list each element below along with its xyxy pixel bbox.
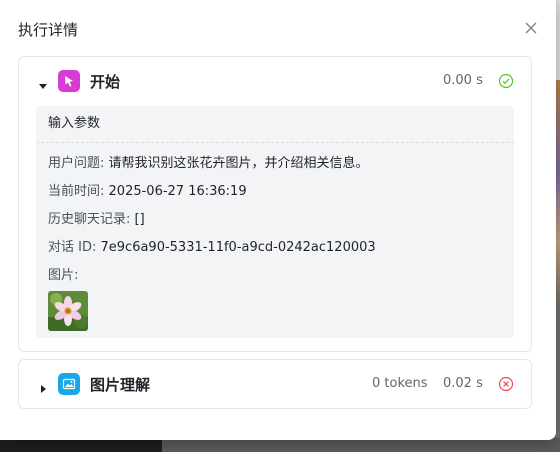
input-params-panel: 输入参数 用户问题: 请帮我识别这张花卉图片，并介绍相关信息。 当前时间: 20… [36,106,514,338]
param-row-chat-id: 对话 ID: 7e9c6a90-5331-11f0-a9cd-0242ac120… [48,236,376,255]
error-x-icon [498,376,514,392]
node-duration-start: 0.00 s [443,73,483,88]
param-row-time: 当前时间: 2025-06-27 16:36:19 [48,180,247,199]
pointer-icon [58,70,80,92]
param-value: 7e9c6a90-5331-11f0-a9cd-0242ac120003 [100,240,376,255]
node-card-image-understanding: 图片理解 0 tokens 0.02 s [18,359,532,409]
background-bottom-left [0,438,162,452]
param-value: 请帮我识别这张花卉图片，并介绍相关信息。 [108,156,369,171]
node-tokens: 0 tokens [372,376,428,391]
node-title-image-understanding: 图片理解 [90,376,151,394]
node-header-start[interactable]: 开始 0.00 s [19,57,531,105]
node-title-start: 开始 [90,73,121,91]
success-check-icon [498,73,514,89]
param-key: 用户问题: [48,156,105,171]
image-icon [58,373,80,395]
node-card-start: 开始 0.00 s 输入参数 用户问题: 请帮我识别这张花卉图片，并介绍相关信息… [18,56,532,352]
dialog-title: 执行详情 [18,21,79,39]
execution-details-dialog: 执行详情 开始 0.00 s 输入参数 用户问题: 请帮我识别这张花卉图片，并介… [0,0,556,440]
param-key: 对话 ID: [48,240,97,255]
input-params-header: 输入参数 [36,106,514,143]
param-value: [] [134,212,145,227]
param-value: 2025-06-27 16:36:19 [108,184,247,199]
param-key: 历史聊天记录: [48,212,131,227]
node-header-image-understanding[interactable]: 图片理解 0 tokens 0.02 s [19,360,531,408]
param-key: 图片: [48,268,79,283]
node-duration-image-understanding: 0.02 s [443,376,483,391]
param-key: 当前时间: [48,184,105,199]
caret-down-icon[interactable] [38,76,48,89]
param-row-history: 历史聊天记录: [] [48,208,145,227]
param-row-image: 图片: [48,264,78,283]
caret-right-icon[interactable] [38,379,48,393]
flower-image-thumbnail[interactable] [48,291,88,331]
close-icon[interactable] [522,19,540,37]
param-row-question: 用户问题: 请帮我识别这张花卉图片，并介绍相关信息。 [48,152,369,171]
